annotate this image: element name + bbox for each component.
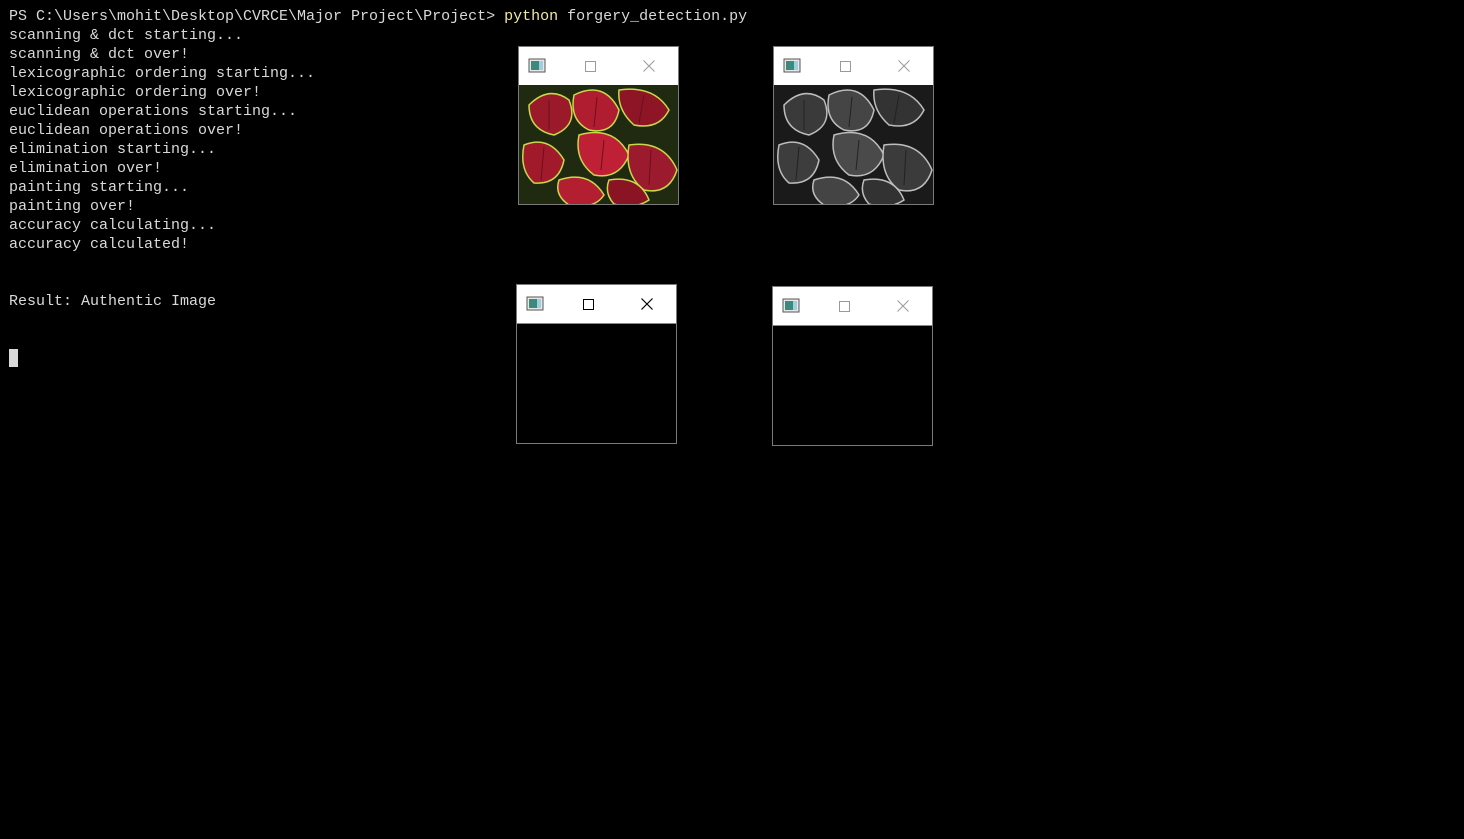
- app-icon: [782, 298, 800, 313]
- maximize-icon: [582, 298, 594, 310]
- prompt-path: PS C:\Users\mohit\Desktop\CVRCE\Major Pr…: [9, 8, 505, 25]
- output-line: elimination over!: [9, 160, 163, 177]
- maximize-icon: [839, 60, 851, 72]
- window-titlebar[interactable]: [519, 47, 678, 85]
- maximize-button[interactable]: [821, 287, 867, 325]
- app-icon: [528, 58, 546, 73]
- output-line: lexicographic ordering over!: [9, 84, 262, 101]
- maximize-icon: [584, 60, 596, 72]
- close-icon: [641, 298, 653, 310]
- maximize-button[interactable]: [565, 285, 611, 323]
- maximize-button[interactable]: [567, 47, 613, 85]
- close-button[interactable]: [624, 285, 670, 323]
- close-button[interactable]: [626, 47, 672, 85]
- output-line: scanning & dct starting...: [9, 27, 244, 44]
- output-line: painting starting...: [9, 179, 190, 196]
- close-button[interactable]: [881, 47, 927, 85]
- close-icon: [643, 60, 655, 72]
- window-titlebar[interactable]: [773, 287, 932, 325]
- image-window-result[interactable]: [772, 286, 933, 446]
- command-name: python: [504, 8, 559, 25]
- app-icon: [783, 58, 801, 73]
- output-line: accuracy calculated!: [9, 236, 190, 253]
- output-line: elimination starting...: [9, 141, 217, 158]
- text-cursor: [9, 349, 18, 368]
- black-image: [773, 325, 932, 445]
- window-titlebar[interactable]: [517, 285, 676, 323]
- image-window-grayscale[interactable]: [773, 46, 934, 205]
- window-titlebar[interactable]: [774, 47, 933, 85]
- close-icon: [898, 60, 910, 72]
- output-line: lexicographic ordering starting...: [9, 65, 316, 82]
- command-args: forgery_detection.py: [558, 8, 748, 25]
- terminal-output: PS C:\Users\mohit\Desktop\CVRCE\Major Pr…: [9, 7, 747, 368]
- close-icon: [897, 300, 909, 312]
- cursor-line[interactable]: [9, 349, 509, 368]
- output-line: accuracy calculating...: [9, 217, 217, 234]
- close-button[interactable]: [880, 287, 926, 325]
- app-icon: [526, 296, 544, 311]
- output-line: euclidean operations over!: [9, 122, 244, 139]
- command-line: PS C:\Users\mohit\Desktop\CVRCE\Major Pr…: [9, 7, 747, 26]
- image-window-original[interactable]: [518, 46, 679, 205]
- maximize-button[interactable]: [822, 47, 868, 85]
- result-line: Result: Authentic Image: [9, 293, 217, 310]
- output-line: scanning & dct over!: [9, 46, 190, 63]
- black-image: [517, 323, 676, 443]
- output-line: euclidean operations starting...: [9, 103, 298, 120]
- color-leaf-image: [519, 85, 678, 204]
- output-line: painting over!: [9, 198, 136, 215]
- maximize-icon: [838, 300, 850, 312]
- grayscale-leaf-image: [774, 85, 933, 204]
- image-window-mask[interactable]: [516, 284, 677, 444]
